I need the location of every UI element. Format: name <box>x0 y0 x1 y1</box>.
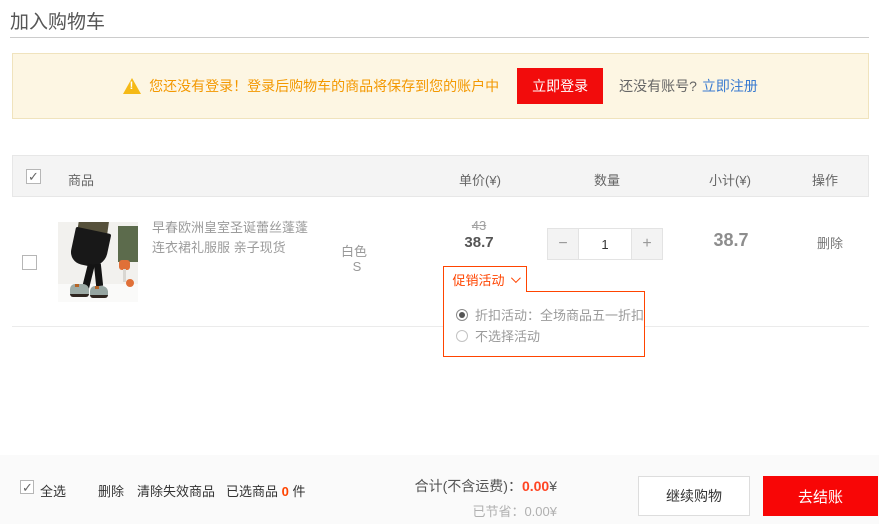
footer-bar: 全选 删除 清除失效商品 已选商品 0 件 合计(不含运费)：0.00¥ 已节省… <box>0 455 879 524</box>
total-label: 合计(不含运费)： <box>415 478 522 494</box>
product-title[interactable]: 早春欧洲皇室圣诞蕾丝蓬蓬连衣裙礼服服 亲子现货 <box>152 218 312 258</box>
promotion-dropdown-toggle[interactable]: 促销活动 <box>443 266 527 292</box>
register-link[interactable]: 立即注册 <box>702 76 758 96</box>
warning-text: 您还没有登录！登录后购物车的商品将保存到您的账户中 <box>149 76 499 96</box>
warning-icon <box>123 78 141 94</box>
select-all-header-checkbox[interactable] <box>26 169 41 184</box>
original-price: 43 <box>472 218 486 233</box>
image-ball-shape <box>126 279 134 287</box>
title-divider <box>10 37 869 38</box>
select-all-label[interactable]: 全选 <box>40 481 66 500</box>
image-lace-shape <box>75 284 79 287</box>
image-cabinet-shape <box>118 226 138 262</box>
cart-table-header: 商品 单价(¥) 数量 小计(¥) 操作 <box>12 155 869 197</box>
delete-item-link[interactable]: 删除 <box>817 233 843 252</box>
promotion-panel: 折扣活动：全场商品五一折扣 不选择活动 <box>443 291 645 357</box>
chevron-down-icon <box>510 273 520 283</box>
item-checkbox[interactable] <box>22 255 37 270</box>
selected-count-text: 已选商品 0 件 <box>226 481 306 500</box>
saved-label: 已节省： <box>472 504 524 519</box>
image-leg-shape <box>94 264 103 287</box>
image-lace-shape <box>95 286 99 289</box>
page-title: 加入购物车 <box>10 7 105 34</box>
login-button[interactable]: 立即登录 <box>517 68 603 104</box>
select-all-checkbox[interactable] <box>20 480 34 494</box>
delete-selected-link[interactable]: 删除 <box>98 481 124 500</box>
quantity-stepper: − + <box>547 228 663 260</box>
image-boot-shape <box>70 284 89 297</box>
variant-size: S <box>353 259 362 274</box>
product-image[interactable] <box>58 222 138 302</box>
quantity-input[interactable] <box>579 228 631 260</box>
clear-invalid-link[interactable]: 清除失效商品 <box>137 481 215 500</box>
header-product: 商品 <box>68 170 94 189</box>
promotion-option-none[interactable]: 不选择活动 <box>456 325 644 346</box>
cart-page: 加入购物车 您还没有登录！登录后购物车的商品将保存到您的账户中 立即登录 还没有… <box>0 0 879 524</box>
total-line: 合计(不含运费)：0.00¥ <box>415 476 557 496</box>
continue-shopping-button[interactable]: 继续购物 <box>638 476 750 516</box>
header-unit-price: 单价(¥) <box>459 170 501 189</box>
header-action: 操作 <box>812 170 838 189</box>
selected-count-prefix: 已选商品 <box>226 484 278 499</box>
no-account-text: 还没有账号? <box>619 76 697 96</box>
total-value: 0.00 <box>522 478 549 494</box>
total-currency: ¥ <box>549 478 557 494</box>
selected-count-suffix: 件 <box>293 484 306 499</box>
totals-block: 合计(不含运费)：0.00¥ 已节省：0.00¥ <box>415 476 557 520</box>
decrease-quantity-button[interactable]: − <box>547 228 579 260</box>
current-price: 38.7 <box>464 234 493 251</box>
promotion-option-discount[interactable]: 折扣活动：全场商品五一折扣 <box>456 304 644 325</box>
saved-line: 已节省：0.00¥ <box>415 501 557 520</box>
selected-count-number: 0 <box>282 484 289 499</box>
promotion-label: 促销活动 <box>452 270 504 289</box>
header-quantity: 数量 <box>594 170 620 189</box>
checkout-button[interactable]: 去结账 <box>763 476 878 516</box>
image-skirt-shape <box>69 227 112 270</box>
login-banner: 您还没有登录！登录后购物车的商品将保存到您的账户中 立即登录 还没有账号? 立即… <box>12 53 869 119</box>
variant-color: 白色 <box>341 241 367 260</box>
cart-item-row: 早春欧洲皇室圣诞蕾丝蓬蓬连衣裙礼服服 亲子现货 白色 S 43 38.7 − +… <box>12 197 869 327</box>
header-subtotal: 小计(¥) <box>709 170 751 189</box>
saved-value: 0.00¥ <box>524 504 557 519</box>
radio-selected-icon[interactable] <box>456 309 468 321</box>
image-boot-shape <box>90 286 108 298</box>
increase-quantity-button[interactable]: + <box>631 228 663 260</box>
item-subtotal: 38.7 <box>713 230 748 251</box>
promotion-option-label: 不选择活动 <box>475 326 540 345</box>
radio-unselected-icon[interactable] <box>456 330 468 342</box>
promotion-option-label: 折扣活动：全场商品五一折扣 <box>475 305 644 324</box>
